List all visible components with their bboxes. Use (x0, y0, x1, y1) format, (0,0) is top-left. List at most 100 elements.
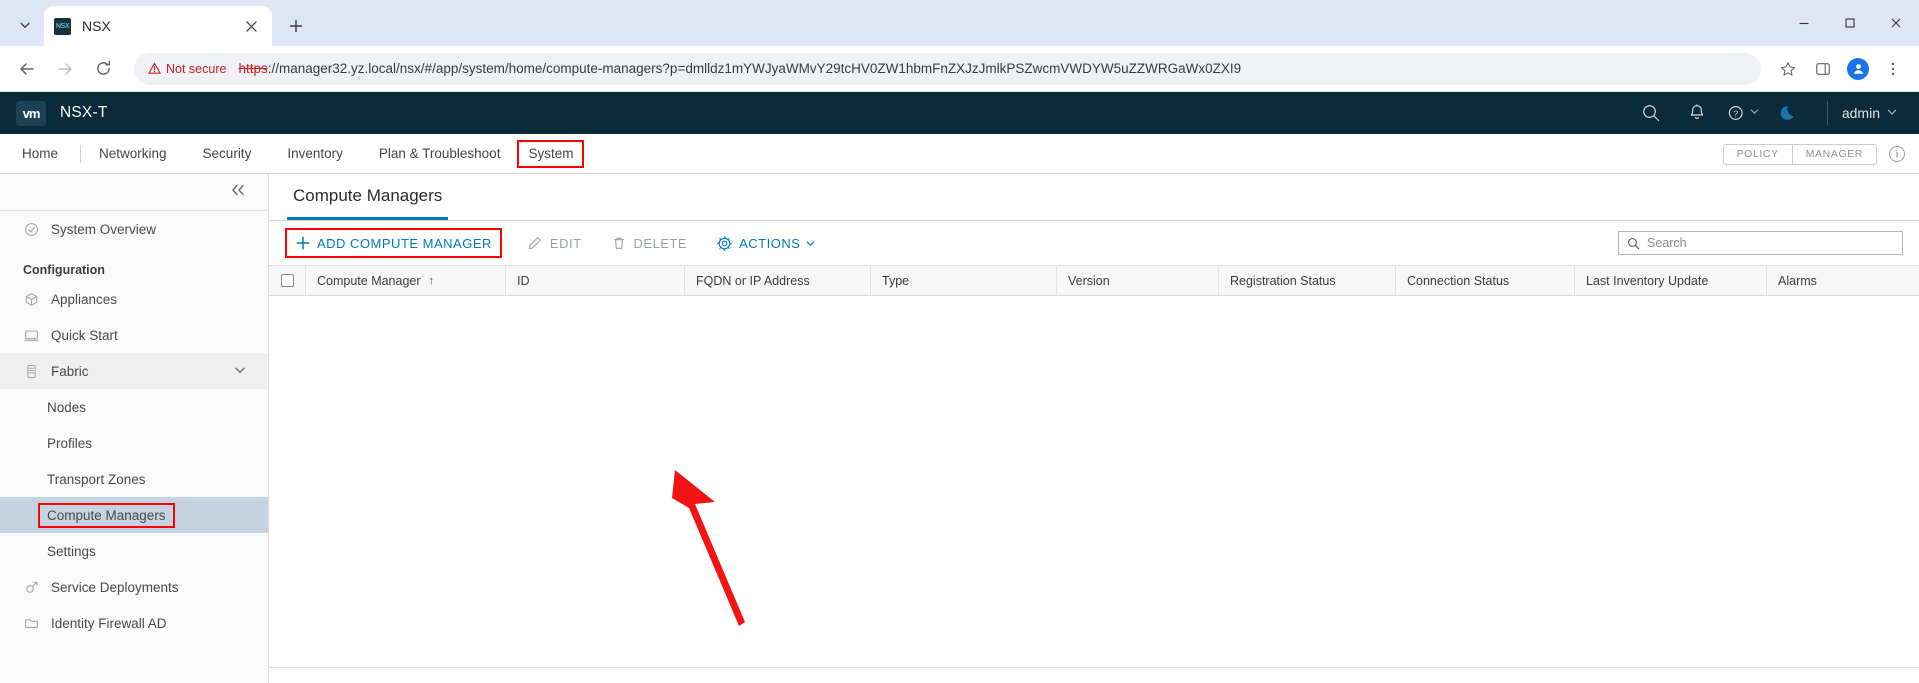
sidebar-item-label: Appliances (51, 291, 118, 307)
maximize-icon[interactable] (1827, 0, 1873, 46)
tab-search-chevron-down-icon[interactable] (8, 8, 42, 42)
forward-arrow-icon[interactable] (48, 52, 82, 86)
column-header-last-inventory-update[interactable]: Last Inventory Update (1574, 265, 1766, 296)
sidebar-item-settings[interactable]: Settings (0, 533, 268, 569)
sidebar-section-configuration: Configuration (23, 263, 105, 277)
address-bar[interactable]: Not secure https://manager32.yz.local/ns… (134, 52, 1761, 85)
profile-avatar-icon[interactable] (1842, 53, 1874, 85)
sidebar-item-profiles[interactable]: Profiles (0, 425, 268, 461)
minimize-icon[interactable] (1781, 0, 1827, 46)
browser-toolbar: Not secure https://manager32.yz.local/ns… (0, 46, 1919, 92)
actions-button-label: ACTIONS (739, 235, 801, 251)
page-tab-bar: Compute Managers (269, 174, 1919, 221)
product-title: NSX-T (60, 104, 108, 121)
sidebar-item-label: System Overview (51, 221, 157, 237)
sidebar-item-label: Profiles (47, 435, 93, 451)
sidebar-item-compute-managers[interactable]: Compute Managers (0, 497, 268, 533)
actions-menu-button[interactable]: ACTIONS (713, 230, 819, 256)
nav-item-networking[interactable]: Networking (81, 134, 185, 174)
toggle-manager-button[interactable]: MANAGER (1791, 144, 1876, 164)
table-body-empty (269, 296, 1919, 668)
gear-icon (717, 235, 732, 251)
header-divider (1826, 101, 1828, 125)
sidebar-item-identity-firewall-ad[interactable]: Identity Firewall AD (0, 605, 268, 641)
nav-item-inventory[interactable]: Inventory (269, 134, 361, 174)
more-menu-icon[interactable] (1877, 53, 1909, 85)
reload-icon[interactable] (86, 52, 120, 86)
warning-triangle-icon (147, 62, 162, 75)
nav-item-security[interactable]: Security (185, 134, 270, 174)
left-sidebar: System Overview Configuration Appliances… (0, 174, 269, 683)
nav-item-plan-troubleshoot[interactable]: Plan & Troubleshoot (361, 134, 519, 174)
sidebar-item-label: Settings (47, 543, 96, 559)
sidebar-item-nodes[interactable]: Nodes (0, 389, 268, 425)
svg-text:?: ? (1733, 108, 1738, 118)
avatar (1847, 57, 1869, 80)
sidebar-item-appliances[interactable]: Appliances (0, 281, 268, 317)
side-panel-icon[interactable] (1807, 53, 1839, 85)
add-compute-manager-button[interactable]: ADD COMPUTE MANAGER (285, 228, 502, 258)
select-all-checkbox[interactable] (269, 265, 305, 296)
search-icon[interactable] (1633, 95, 1669, 131)
vmware-logo: vm (16, 100, 46, 126)
sidebar-item-label: Compute Managers (38, 502, 175, 528)
search-icon (1627, 237, 1640, 250)
bell-notification-icon[interactable] (1679, 95, 1715, 131)
column-header-connection-status[interactable]: Connection Status (1395, 265, 1574, 296)
dark-mode-moon-icon[interactable] (1771, 95, 1807, 131)
edit-button[interactable]: EDIT (524, 230, 586, 256)
column-header-version[interactable]: Version (1056, 265, 1218, 296)
sidebar-item-label: Identity Firewall AD (51, 615, 167, 631)
sidebar-collapse-button[interactable] (0, 174, 268, 211)
policy-manager-toggle[interactable]: POLICY MANAGER (1722, 143, 1877, 165)
close-window-icon[interactable] (1873, 0, 1919, 46)
sidebar-item-service-deployments[interactable]: Service Deployments (0, 569, 268, 605)
column-header-id[interactable]: ID (505, 265, 684, 296)
close-icon[interactable] (240, 15, 262, 37)
sort-ascending-icon: ↑ (428, 274, 435, 287)
table-search-box[interactable] (1618, 231, 1903, 255)
browser-tab[interactable]: NSX NSX (44, 6, 272, 46)
plus-icon (295, 236, 310, 251)
user-menu[interactable]: admin (1842, 105, 1897, 121)
column-header-compute-manager[interactable]: Compute Manager ↑ (305, 265, 505, 296)
table-toolbar: ADD COMPUTE MANAGER EDIT DELETE ACTIONS … (269, 221, 1919, 265)
nsx-primary-nav: Home Networking Security Inventory Plan … (0, 134, 1919, 174)
nsx-favicon: NSX (54, 17, 71, 35)
nav-right-cluster: POLICY MANAGER i (1722, 134, 1905, 174)
chevron-down-icon (806, 239, 815, 248)
nav-item-system[interactable]: System (517, 139, 585, 168)
monitor-icon (23, 327, 40, 344)
chevron-down-icon[interactable] (234, 364, 246, 379)
folder-icon (23, 615, 40, 632)
bookmark-star-icon[interactable] (1772, 53, 1804, 85)
help-icon[interactable]: ? (1725, 95, 1761, 131)
dashboard-icon (23, 221, 40, 238)
toggle-policy-button[interactable]: POLICY (1724, 145, 1792, 164)
browser-tabstrip: NSX NSX (0, 0, 1919, 46)
nav-item-home[interactable]: Home (22, 134, 80, 174)
search-input[interactable] (1647, 236, 1894, 250)
column-header-registration-status[interactable]: Registration Status (1218, 265, 1395, 296)
sidebar-item-transport-zones[interactable]: Transport Zones (0, 461, 268, 497)
pencil-icon (528, 236, 543, 251)
deploy-icon (23, 579, 40, 596)
table-header-row: Compute Manager ↑ ID FQDN or IP Address … (269, 265, 1919, 296)
back-arrow-icon[interactable] (10, 52, 44, 86)
new-tab-button[interactable] (280, 10, 312, 42)
sidebar-item-system-overview[interactable]: System Overview (0, 211, 268, 247)
sidebar-group-fabric[interactable]: Fabric (0, 353, 268, 389)
trash-icon (612, 236, 627, 251)
column-header-alarms[interactable]: Alarms (1766, 265, 1919, 296)
collapse-panel-icon (230, 183, 246, 201)
column-header-type[interactable]: Type (870, 265, 1056, 296)
sidebar-item-quick-start[interactable]: Quick Start (0, 317, 268, 353)
info-icon[interactable]: i (1889, 146, 1905, 162)
delete-button[interactable]: DELETE (608, 230, 692, 256)
delete-button-label: DELETE (633, 235, 688, 251)
tab-compute-managers[interactable]: Compute Managers (287, 174, 449, 220)
sidebar-item-label: Service Deployments (51, 579, 179, 595)
security-status[interactable]: Not secure (147, 62, 226, 76)
column-header-fqdn-or-ip-address[interactable]: FQDN or IP Address (684, 265, 870, 296)
nsx-app-header: vm NSX-T ? admin (0, 92, 1919, 134)
